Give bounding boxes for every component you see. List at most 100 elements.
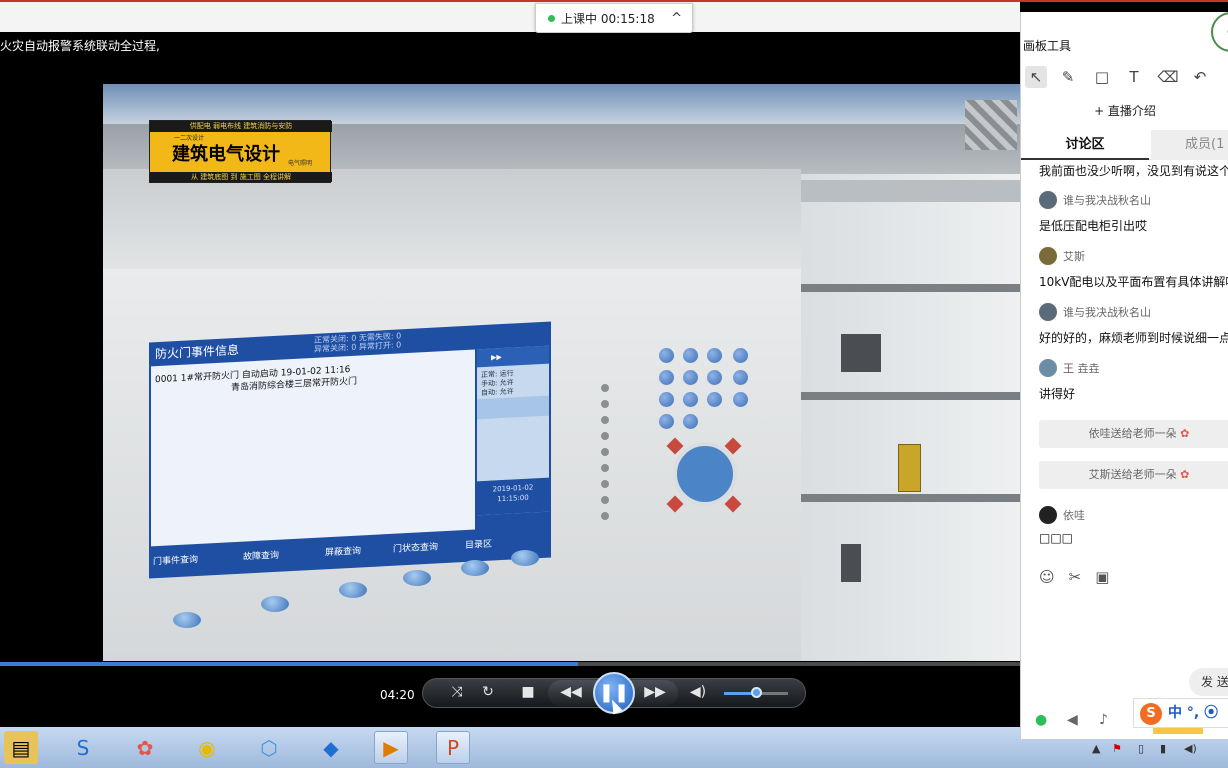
keypad-button (733, 392, 748, 407)
chat-message-text: 我前面也没少听啊，没见到有说这个 (1039, 164, 1228, 178)
keypad-button (707, 370, 722, 385)
keypad-button (683, 348, 698, 363)
speaker-icon[interactable]: ◀ (1067, 712, 1078, 728)
video-frame[interactable]: 供配电 弱电布线 建筑消防与安防 一二次设计 建筑电气设计 电气照明 从 建筑底… (103, 84, 1020, 661)
ime-punct[interactable]: °, (1187, 705, 1199, 721)
rewind-icon[interactable]: ◀◀ (560, 684, 582, 700)
repeat-icon[interactable]: ↻ (477, 684, 499, 700)
powerpoint-icon[interactable]: P (436, 731, 470, 764)
chat-message-user: 依哇 (1039, 506, 1085, 524)
shuffle-icon[interactable]: ⤨ (446, 684, 468, 700)
gift-notice-text: 艾斯送给老师一朵 (1088, 468, 1177, 481)
side-panel: 画板工具 ◎ ↖ ✎ □ T ⌫ ↶ + 直播介绍 讨论区 成员(1 我前面也没… (1020, 12, 1228, 739)
screen-tab: 门状态查询 (393, 542, 439, 555)
video-building (793, 174, 1020, 661)
live-dot-icon (548, 14, 555, 22)
screen-clock: 2019-01-02 11:15:00 (477, 477, 549, 516)
sogou-browser-icon[interactable]: S (66, 731, 100, 764)
screen-tab: 故障查询 (243, 550, 280, 563)
pen-tool-icon[interactable]: ✎ (1057, 66, 1079, 88)
logo-bottom-text: 从 建筑底图 到 施工图 全程讲解 (150, 172, 332, 182)
input-toolbar: ☺ ✂ ▣ (1039, 568, 1123, 586)
eraser-tool-icon[interactable]: ⌫ (1157, 66, 1179, 88)
microphone-icon[interactable]: ● (1035, 712, 1047, 728)
chat-message-user: 王 垚垚 (1039, 359, 1100, 377)
image-icon[interactable]: ▣ (1095, 568, 1109, 586)
volume-icon[interactable]: ◀) (687, 684, 709, 700)
screen-side-lines: 正常: 运行 手动: 允许 自动: 允许 (481, 369, 514, 398)
seal-logo: ◎ (1211, 12, 1228, 52)
status-indicator (601, 448, 609, 456)
gift-notice: 依哇送给老师一朵 ✿ (1039, 420, 1228, 448)
tray-network-icon[interactable]: ▮ (1160, 742, 1166, 755)
top-bar (0, 2, 1020, 32)
class-status-pill[interactable]: 上课中 00:15:18 ^ (535, 3, 693, 33)
media-player-icon[interactable]: ▶ (374, 731, 408, 764)
status-indicator (601, 512, 609, 520)
tray-expand-icon[interactable]: ▲ (1092, 742, 1100, 755)
stop-icon[interactable]: ■ (517, 684, 539, 700)
screen-stats: 正常关闭: 0 无需失败: 0 异常关闭: 0 异常打开: 0 (314, 331, 401, 354)
cabinet-led (511, 550, 539, 566)
video-sky (103, 84, 1020, 124)
fast-forward-icon[interactable]: ▶▶ (644, 684, 666, 700)
text-tool-icon[interactable]: T (1123, 66, 1145, 88)
avatar (1039, 247, 1057, 265)
ime-mode[interactable]: 中 (1168, 705, 1182, 721)
emoji-icon[interactable]: ☺ (1039, 568, 1055, 586)
cube-app-icon[interactable]: ⬡ (252, 731, 286, 764)
screen-brand: ▶▶ (477, 345, 549, 368)
keypad-button (683, 370, 698, 385)
music-icon[interactable]: ♪ (1099, 712, 1108, 728)
status-indicator (601, 432, 609, 440)
video-door (841, 334, 861, 372)
chat-user-name: 谁与我决战秋名山 (1063, 194, 1151, 207)
sogou-logo-icon: S (1140, 703, 1162, 725)
volume-knob[interactable] (751, 687, 762, 698)
undo-tool-icon[interactable]: ↶ (1189, 66, 1211, 88)
tab-discussion[interactable]: 讨论区 (1021, 130, 1149, 160)
keypad-button (707, 392, 722, 407)
keypad-button (733, 348, 748, 363)
avatar (1039, 191, 1057, 209)
rectangle-tool-icon[interactable]: □ (1091, 66, 1113, 88)
gift-notice: 艾斯送给老师一朵 ✿ (1039, 461, 1228, 489)
file-explorer-icon[interactable]: ▤ (4, 731, 38, 764)
cabinet-led (261, 596, 289, 612)
keypad-button (659, 414, 674, 429)
video-floor-beam (793, 180, 1020, 202)
status-indicator (601, 480, 609, 488)
chat-user-name: 谁与我决战秋名山 (1063, 306, 1151, 319)
desktop: 上课中 00:15:18 ^ 火灾自动报警系统联动全过程, 供配电 弱电布线 建… (0, 0, 1228, 768)
keypad-button (659, 370, 674, 385)
video-cabinet-top (103, 169, 801, 279)
video-door (841, 544, 861, 582)
chat-message-text: 好的好的，麻烦老师到时候说细一点 (1039, 331, 1228, 345)
sogou-ime-bar[interactable]: S中 °, ⦿ (1133, 698, 1228, 728)
select-tool-icon[interactable]: ↖ (1025, 66, 1047, 88)
tab-members[interactable]: 成员(1 (1151, 130, 1228, 160)
classroom-app-icon[interactable]: ◆ (314, 731, 348, 764)
cabinet-dpad (673, 442, 737, 506)
gallery-app-icon[interactable]: ✿ (128, 731, 162, 764)
chat-user-name: 依哇 (1063, 509, 1085, 522)
chat-user-name: 王 垚垚 (1063, 362, 1100, 375)
chat-message-text: 是低压配电柜引出哎 (1039, 219, 1148, 233)
scissors-icon[interactable]: ✂ (1069, 568, 1082, 586)
video-title: 火灾自动报警系统联动全过程, (0, 39, 160, 53)
tray-battery-icon[interactable]: ▯ (1138, 742, 1144, 755)
status-indicator (601, 416, 609, 424)
screen-title: 防火门事件信息 (155, 342, 240, 362)
avatar (1039, 303, 1057, 321)
ime-mic-icon[interactable]: ⦿ (1204, 705, 1218, 721)
tray-flag-icon[interactable]: ⚑ (1112, 742, 1122, 755)
drawing-toolbar: ↖ ✎ □ T ⌫ ↶ (1021, 62, 1228, 92)
live-intro-button[interactable]: + 直播介绍 (1021, 102, 1228, 119)
idea-app-icon[interactable]: ◉ (190, 731, 224, 764)
keypad-button (683, 414, 698, 429)
screen-body: 0001 1#常开防火门 自动启动 19-01-02 11:16 青岛消防综合楼… (151, 349, 475, 547)
send-button[interactable]: 发 送 (1189, 668, 1228, 696)
video-floor-line (793, 392, 1020, 400)
chevron-up-icon[interactable]: ^ (671, 11, 682, 26)
tray-volume-icon[interactable]: ◀) (1184, 742, 1197, 755)
